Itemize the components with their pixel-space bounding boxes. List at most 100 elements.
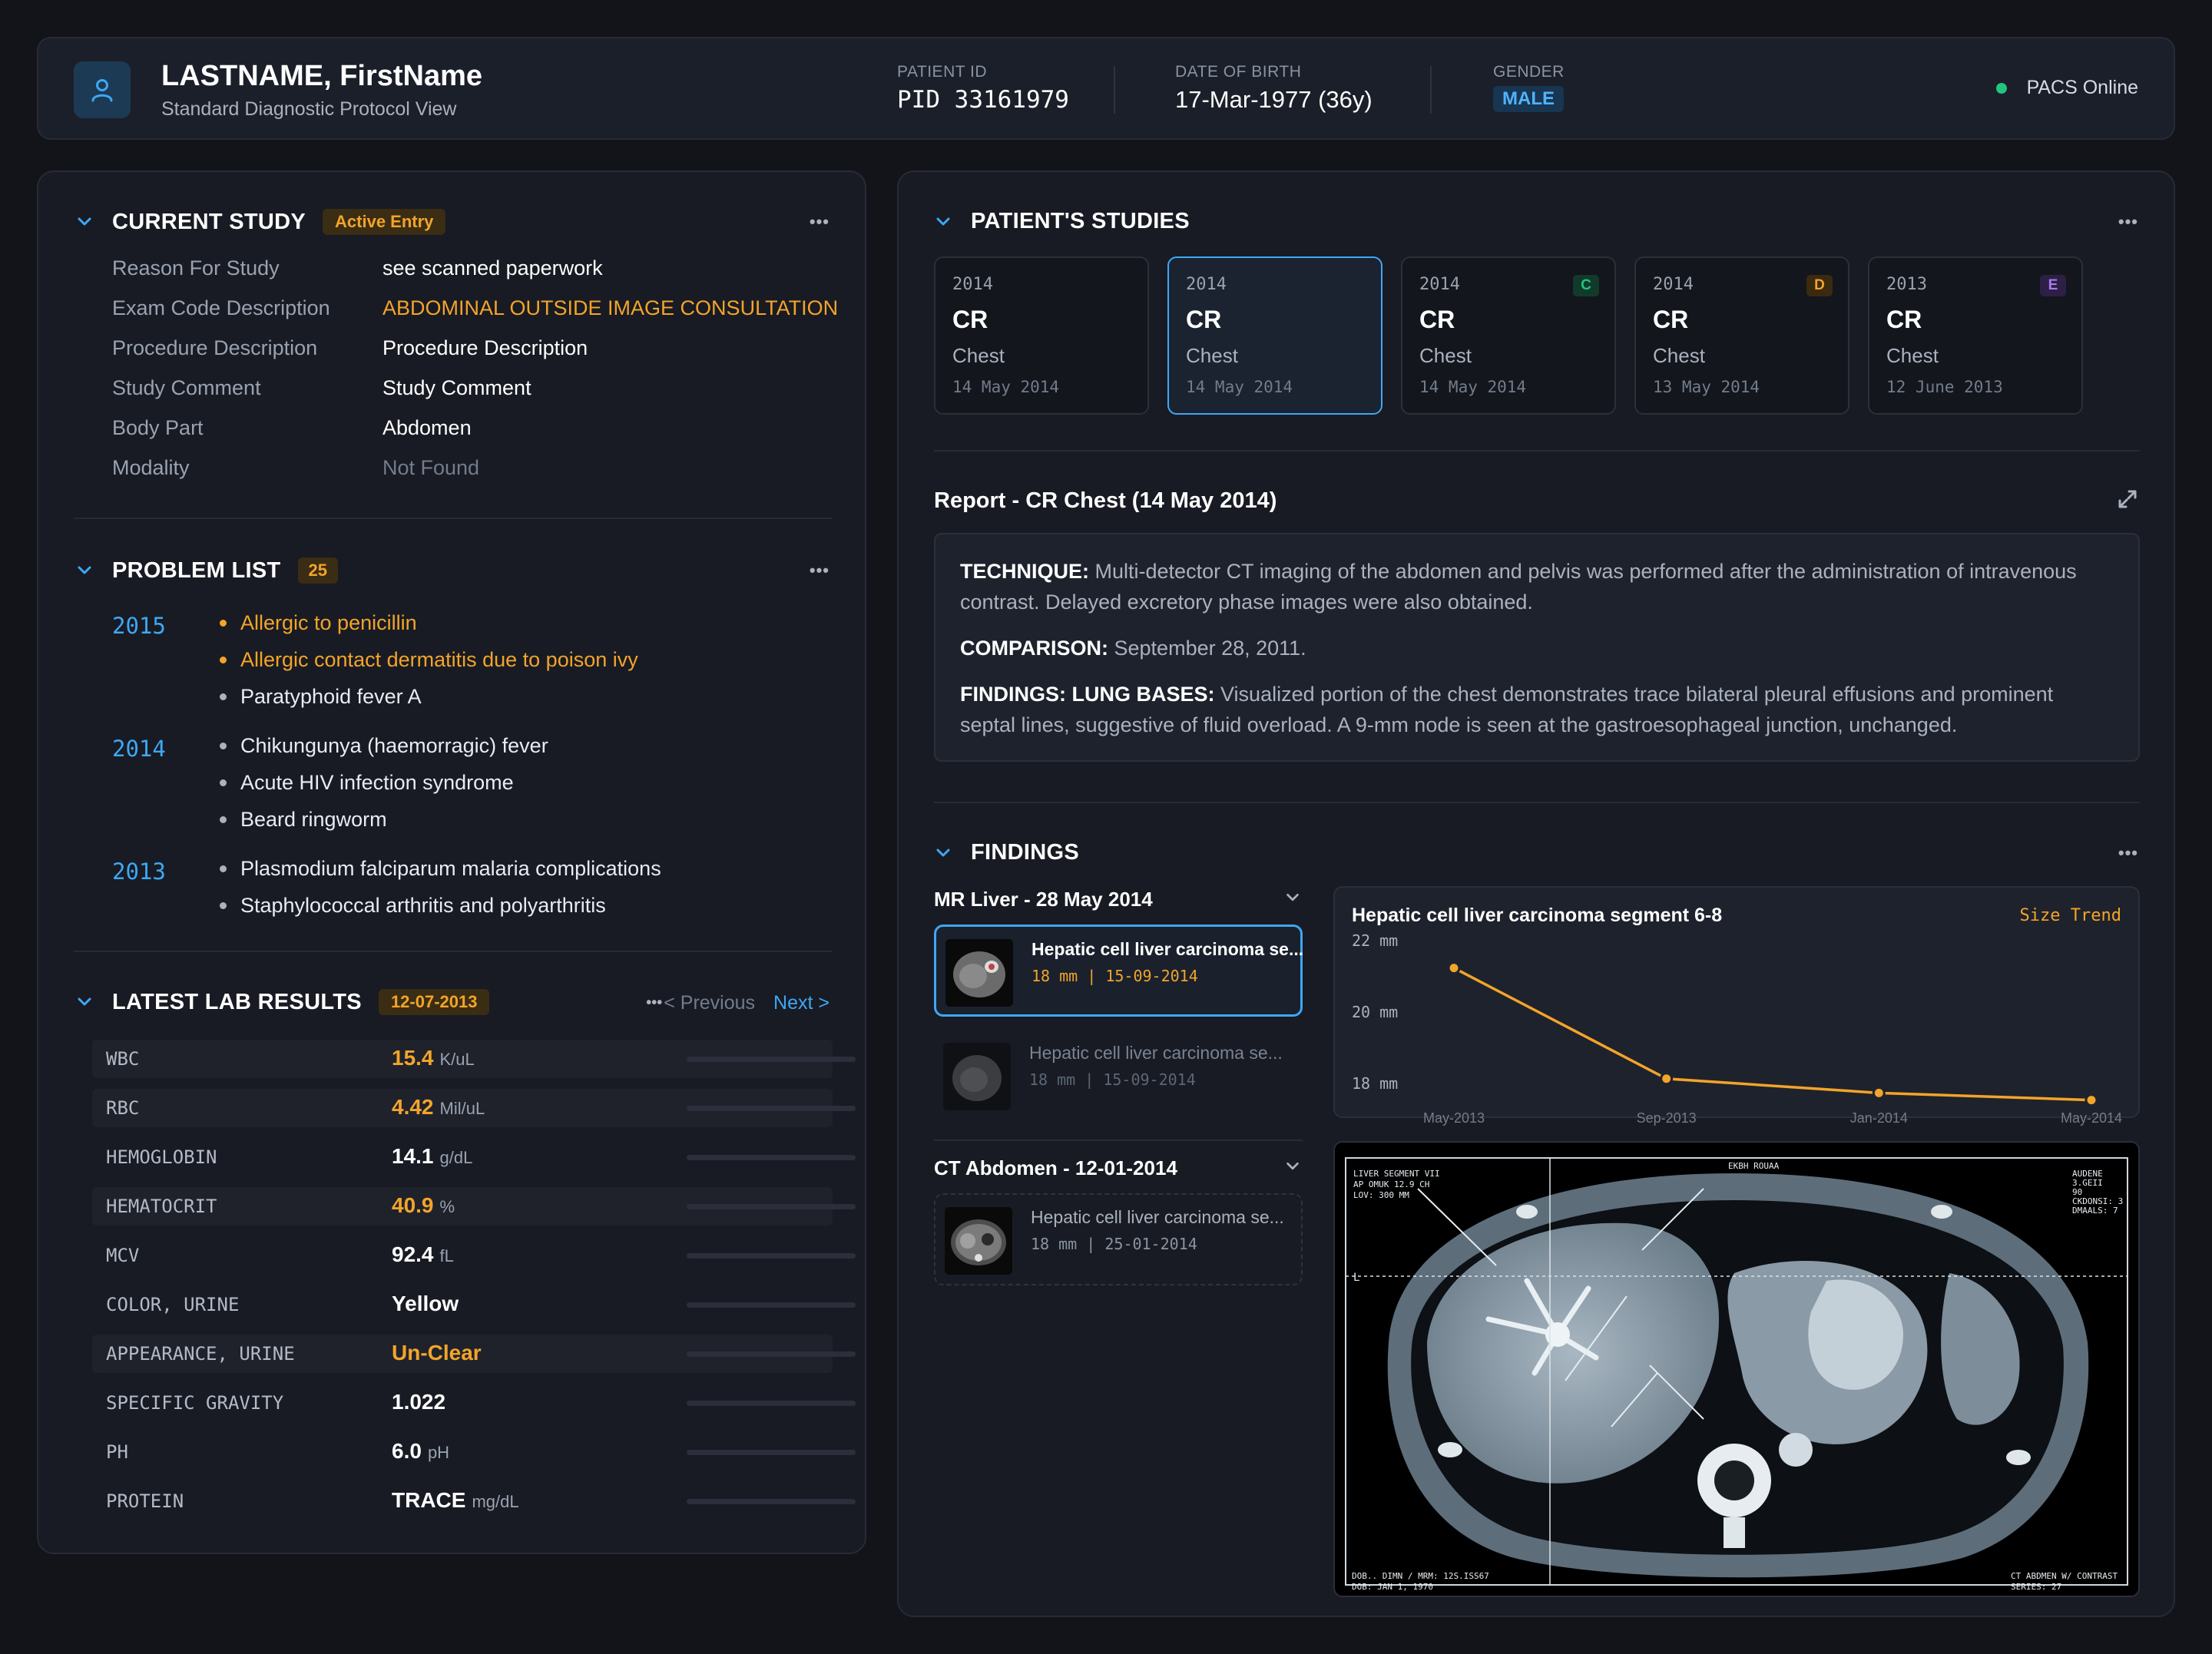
problem-label: Allergic to penicillin (240, 611, 417, 634)
study-tag-badge: C (1573, 275, 1599, 296)
header-divider (1430, 66, 1432, 114)
expand-icon[interactable] (2117, 488, 2138, 514)
section-divider (74, 518, 833, 519)
patient-id-field: PATIENT ID PID 33161979 (897, 63, 1069, 114)
problem-item[interactable]: Staphylococcal arthritis and polyarthrit… (220, 894, 606, 918)
lab-value: 1.022 (392, 1390, 446, 1414)
lab-row[interactable]: APPEARANCE, URINE Un-Clear (92, 1335, 856, 1373)
study-tag-badge: D (1806, 275, 1833, 296)
field-value: see scanned paperwork (382, 256, 603, 280)
pacs-status: PACS Online (1995, 77, 2138, 99)
report-technique: TECHNIQUE: Multi-detector CT imaging of … (960, 560, 2077, 614)
more-icon[interactable]: ••• (810, 212, 830, 232)
study-date: 14 May 2014 (1419, 378, 1527, 396)
data-point[interactable] (2085, 1093, 2098, 1107)
lab-range-bar (687, 1106, 856, 1111)
current-study-header[interactable]: CURRENT STUDY Active Entry (75, 209, 446, 235)
lab-row[interactable]: MCV 92.4 fL (92, 1236, 856, 1275)
study-card[interactable]: 2014 CR Chest 14 May 2014 (1167, 256, 1382, 415)
y-tick-label: 18 mm (1352, 1074, 1398, 1093)
section-divider (934, 1140, 1303, 1141)
user-icon (74, 61, 131, 118)
lab-row[interactable]: HEMOGLOBIN 14.1 g/dL (92, 1138, 856, 1176)
problem-item[interactable]: Allergic to penicillin (220, 611, 417, 635)
problem-item[interactable]: Plasmodium falciparum malaria complicati… (220, 857, 661, 881)
bullet-icon (220, 779, 227, 786)
lab-value-group: Yellow (392, 1292, 465, 1316)
lab-range-bar (687, 1057, 856, 1062)
gender-badge: MALE (1493, 86, 1564, 112)
chevron-down-icon[interactable] (75, 212, 95, 232)
chevron-down-icon[interactable] (1284, 1158, 1301, 1179)
patient-id-label: PATIENT ID (897, 63, 988, 81)
lab-value-group: TRACE mg/dL (392, 1488, 519, 1513)
report-comparison: COMPARISON: September 28, 2011. (960, 637, 1306, 660)
problem-item[interactable]: Chikungunya (haemorragic) fever (220, 734, 548, 758)
lab-row[interactable]: PH 6.0 pH (92, 1433, 856, 1471)
studies-header[interactable]: PATIENT'S STUDIES (934, 209, 1190, 234)
data-point[interactable] (1872, 1086, 1886, 1100)
more-icon[interactable]: ••• (2118, 843, 2138, 863)
problem-year: 2013 (112, 858, 166, 885)
field-label: Modality (112, 456, 190, 479)
bullet-icon (220, 620, 227, 627)
next-button[interactable]: Next > (773, 992, 830, 1014)
gender-label: GENDER (1493, 63, 1565, 81)
ct-overlay-text: DMAALS: 7 (2072, 1206, 2118, 1216)
study-card[interactable]: 2013 CR Chest 12 June 2013 E (1868, 256, 2083, 415)
lab-results-header[interactable]: LATEST LAB RESULTS 12-07-2013 (75, 989, 490, 1015)
lab-name: HEMATOCRIT (106, 1196, 217, 1217)
more-icon[interactable]: ••• (2118, 212, 2138, 232)
finding-item[interactable]: Hepatic cell liver carcinoma se... 18 mm… (934, 925, 1303, 1017)
lab-row[interactable]: WBC 15.4 K/uL (92, 1040, 856, 1078)
lab-unit: mg/dL (472, 1492, 519, 1511)
study-year: 2014 (952, 275, 993, 294)
problem-item[interactable]: Paratyphoid fever A (220, 685, 422, 709)
previous-button[interactable]: < Previous (664, 992, 755, 1014)
more-icon[interactable]: ••• (646, 994, 662, 1012)
ct-overlay-text: DOB: JAN 1, 1970 (1352, 1582, 1433, 1592)
lab-name: PH (106, 1441, 128, 1463)
pacs-status-label: PACS Online (2026, 77, 2138, 98)
patient-name: LASTNAME, FirstName (161, 60, 483, 92)
lab-name: APPEARANCE, URINE (106, 1343, 295, 1365)
chevron-down-icon[interactable] (934, 843, 954, 863)
problem-item[interactable]: Allergic contact dermatitis due to poiso… (220, 648, 638, 672)
lab-name: WBC (106, 1048, 140, 1070)
ct-thumbnail (945, 1207, 1012, 1275)
lab-row[interactable]: RBC 4.42 Mil/uL (92, 1089, 856, 1127)
study-card[interactable]: 2014 CR Chest 14 May 2014 (934, 256, 1149, 415)
lab-row[interactable]: HEMATOCRIT 40.9% (92, 1187, 856, 1226)
problem-item[interactable]: Acute HIV infection syndrome (220, 771, 514, 795)
active-entry-badge: Active Entry (323, 209, 446, 235)
chevron-down-icon[interactable] (934, 212, 954, 232)
data-point[interactable] (1660, 1072, 1674, 1086)
chevron-down-icon[interactable] (1284, 889, 1301, 910)
finding-item[interactable]: Hepatic cell liver carcinoma se... 18 mm… (934, 1030, 1303, 1123)
lab-value-group: 1.022 (392, 1390, 452, 1414)
study-card[interactable]: 2014 CR Chest 13 May 2014 D (1634, 256, 1849, 415)
lab-row[interactable]: COLOR, URINE Yellow (92, 1285, 856, 1324)
finding-title: Hepatic cell liver carcinoma se... (1029, 1043, 1283, 1063)
study-card[interactable]: 2014 CR Chest 14 May 2014 C (1401, 256, 1616, 415)
section-divider (934, 450, 2140, 452)
chevron-down-icon[interactable] (75, 561, 95, 581)
findings-header[interactable]: FINDINGS (934, 840, 1079, 865)
lab-row[interactable]: PROTEIN TRACE mg/dL (92, 1482, 856, 1520)
lab-name: SPECIFIC GRAVITY (106, 1392, 284, 1414)
finding-item[interactable]: Hepatic cell liver carcinoma se... 18 mm… (934, 1193, 1303, 1285)
study-body-part: Chest (1653, 344, 1705, 367)
lab-row[interactable]: SPECIFIC GRAVITY 1.022 (92, 1384, 856, 1422)
data-point[interactable] (1447, 961, 1461, 975)
lab-value: 92.4 (392, 1242, 434, 1266)
exam-mr-liver[interactable]: MR Liver - 28 May 2014 (934, 888, 1153, 911)
problem-item[interactable]: Beard ringworm (220, 808, 387, 832)
x-tick-label: Sep-2013 (1637, 1110, 1697, 1126)
problem-list-header[interactable]: PROBLEM LIST 25 (75, 557, 338, 584)
more-icon[interactable]: ••• (810, 561, 830, 581)
ct-image-viewer[interactable]: LIVER SEGMENT VII AP OMUK 12.9 CH LOV: 3… (1333, 1141, 2140, 1597)
chevron-down-icon[interactable] (75, 992, 95, 1012)
problem-list-title: PROBLEM LIST (112, 557, 281, 583)
gender-field: GENDER MALE (1493, 63, 1565, 112)
exam-ct-abdomen[interactable]: CT Abdomen - 12-01-2014 (934, 1156, 1177, 1180)
